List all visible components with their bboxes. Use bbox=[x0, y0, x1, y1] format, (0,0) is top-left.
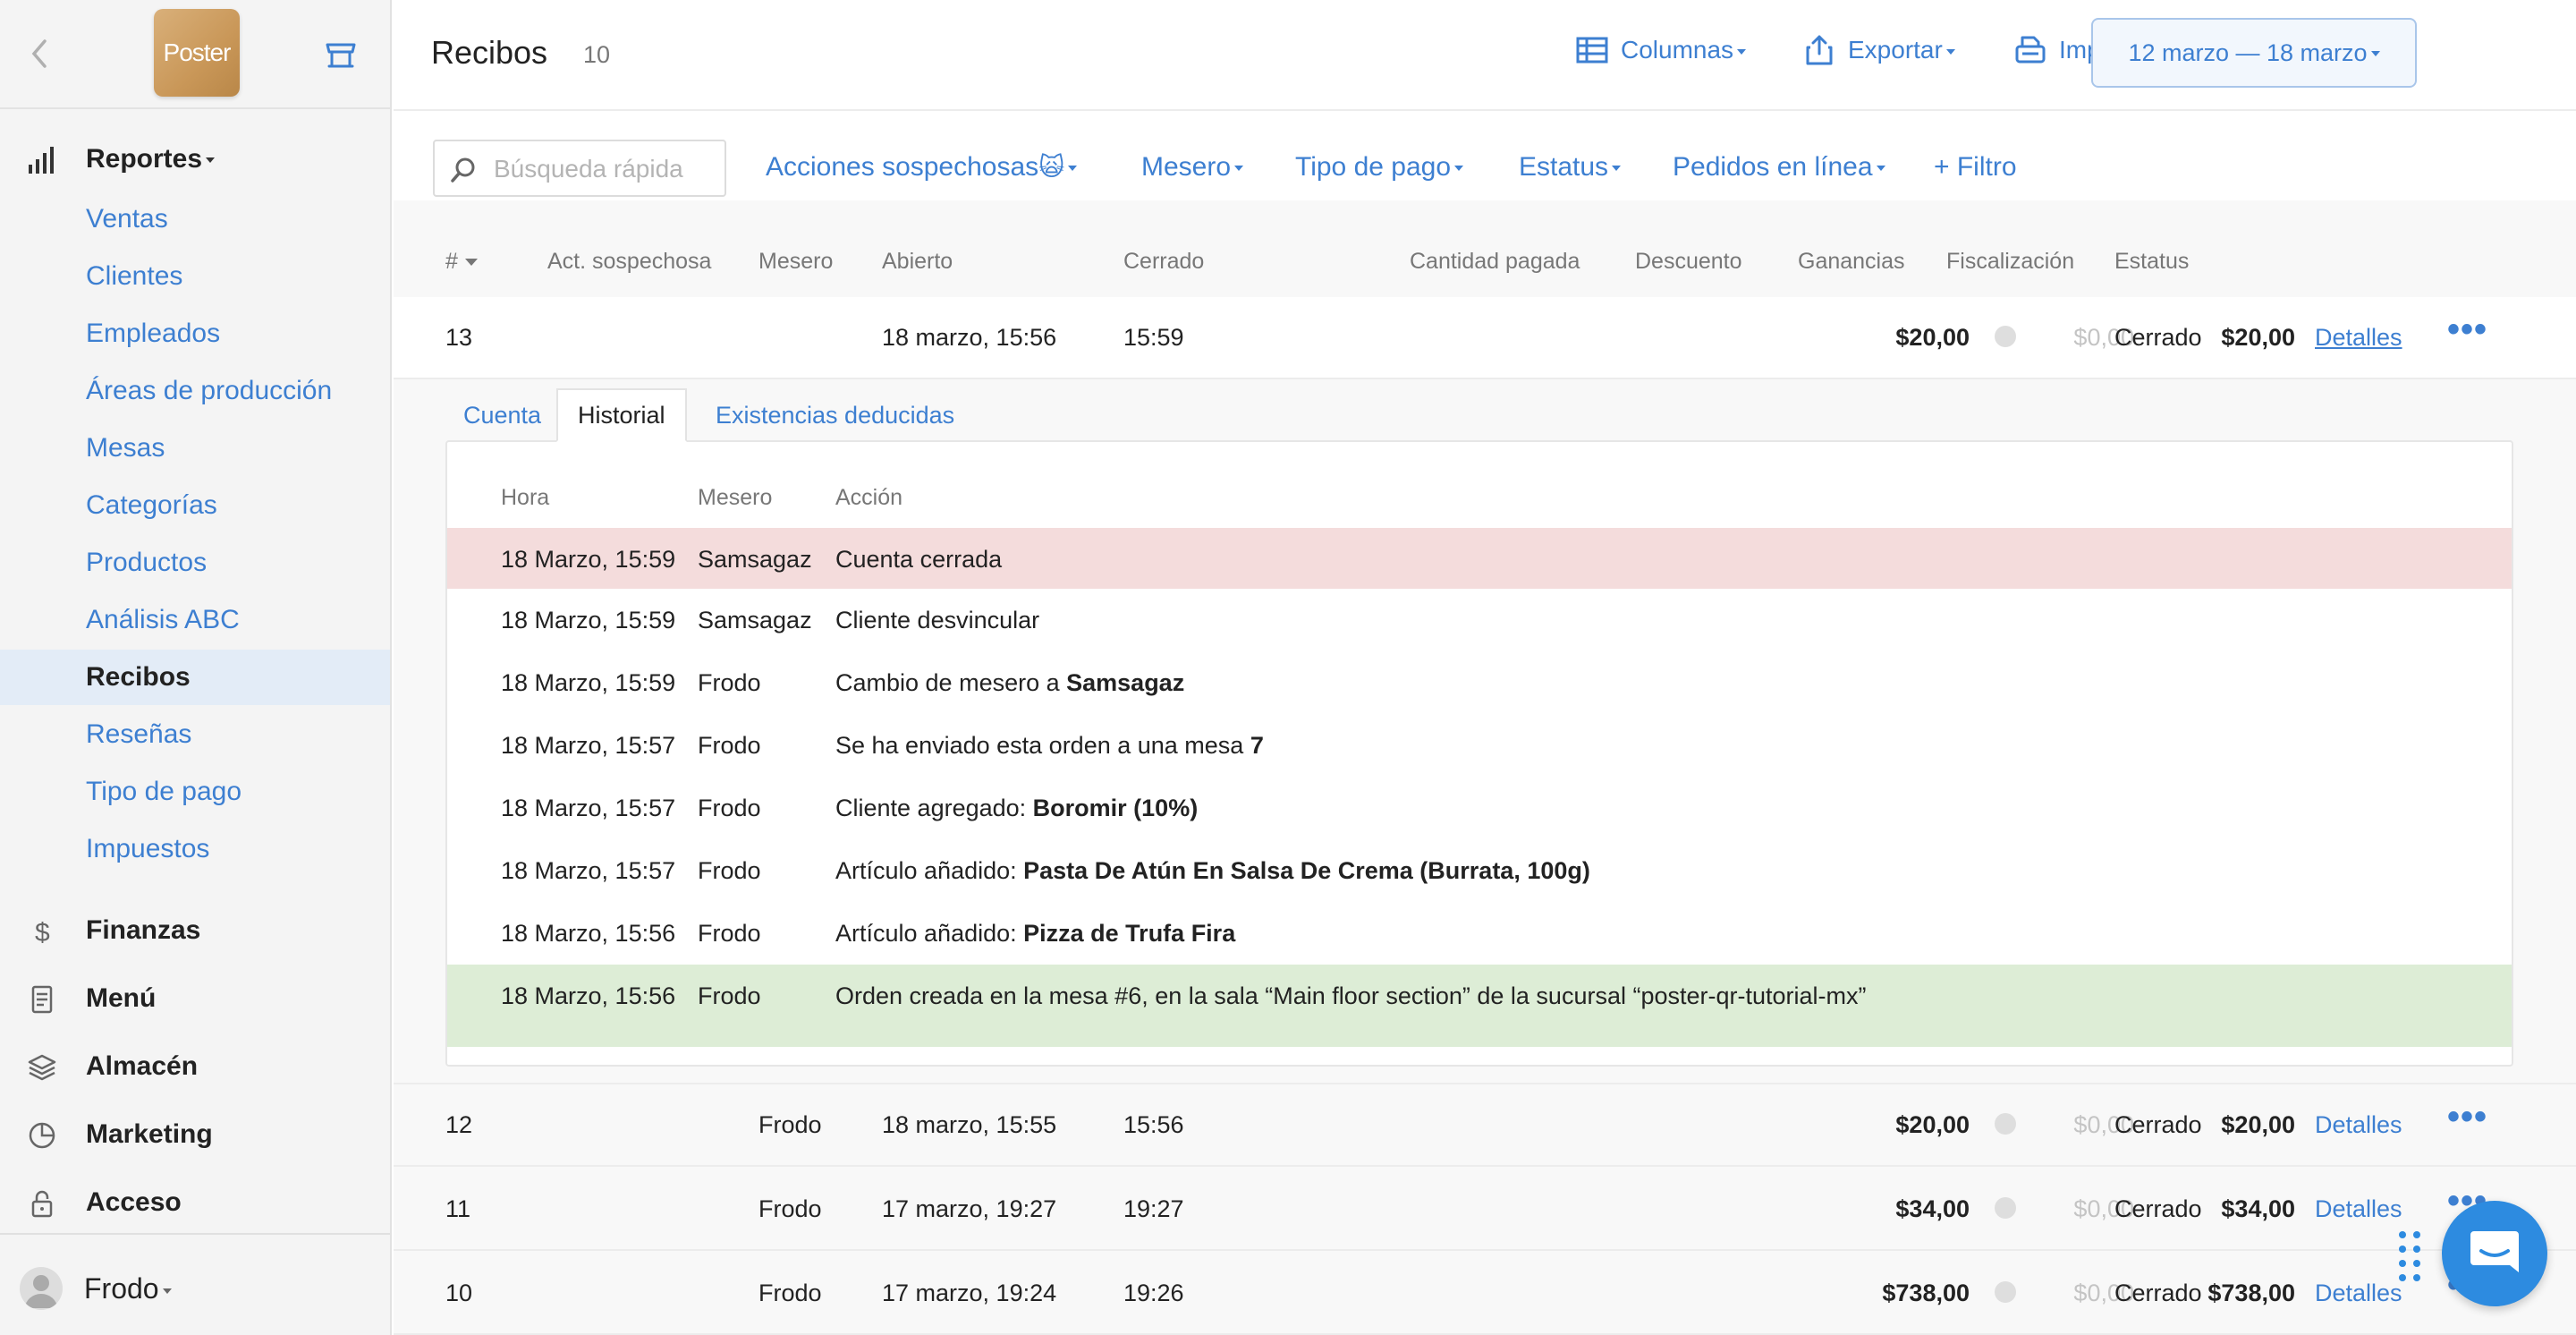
filter-status[interactable]: Estatus bbox=[1519, 152, 1622, 183]
details-link[interactable]: Detalles bbox=[2315, 1111, 2402, 1139]
avatar bbox=[20, 1267, 63, 1310]
sidebar-section-reportes[interactable]: Reportes bbox=[0, 131, 390, 188]
sidebar-section-finanzas[interactable]: $ Finanzas bbox=[0, 902, 390, 959]
columns-button[interactable]: Columnas bbox=[1576, 34, 1747, 66]
history-row: 18 Marzo, 15:59 Samsagaz Cliente desvinc… bbox=[501, 607, 1040, 633]
sidebar: Poster Reportes Ventas Clientes Empleado… bbox=[0, 0, 392, 1335]
lock-icon bbox=[31, 1190, 53, 1218]
sidebar-section-label: Reportes bbox=[86, 144, 216, 174]
sidebar-item-empleados[interactable]: Empleados bbox=[0, 306, 390, 361]
tab-existencias-deducidas[interactable]: Existencias deducidas bbox=[696, 388, 974, 442]
sidebar-item-mesas[interactable]: Mesas bbox=[0, 421, 390, 476]
details-link[interactable]: Detalles bbox=[2315, 324, 2402, 352]
layers-icon bbox=[28, 1054, 56, 1081]
apps-grid-icon[interactable] bbox=[2397, 1228, 2424, 1287]
history-row: 18 Marzo, 15:56 Frodo Orden creada en la… bbox=[447, 965, 2512, 1047]
store-icon[interactable] bbox=[324, 38, 358, 72]
column-header-closed: Cerrado bbox=[1123, 249, 1205, 274]
column-header-profit: Ganancias bbox=[1798, 249, 1905, 274]
history-row: 18 Marzo, 15:57 Frodo Cliente agregado: … bbox=[501, 795, 1199, 821]
history-row: 18 Marzo, 15:57 Frodo Se ha enviado esta… bbox=[501, 732, 1264, 759]
history-row: 18 Marzo, 15:59 Frodo Cambio de mesero a… bbox=[501, 669, 1185, 696]
tab-historial[interactable]: Historial bbox=[556, 388, 687, 442]
bar-chart-icon bbox=[29, 147, 54, 174]
add-filter-button[interactable]: + Filtro bbox=[1934, 152, 2017, 183]
sidebar-section-menu[interactable]: Menú bbox=[0, 970, 390, 1027]
history-table: Hora Mesero Acción 18 Marzo, 15:59 Samsa… bbox=[445, 440, 2513, 1067]
dollar-icon: $ bbox=[35, 918, 50, 947]
details-link[interactable]: Detalles bbox=[2315, 1195, 2402, 1223]
sidebar-item-resenas[interactable]: Reseñas bbox=[0, 707, 390, 762]
filter-payment-type[interactable]: Tipo de pago bbox=[1295, 152, 1464, 183]
receipt-count: 10 bbox=[583, 41, 611, 68]
sidebar-item-productos[interactable]: Productos bbox=[0, 535, 390, 591]
share-icon bbox=[1806, 35, 1833, 65]
user-icon bbox=[25, 1275, 57, 1308]
table-row[interactable]: 10 Frodo 17 marzo, 19:24 19:26 $738,00 $… bbox=[394, 1253, 2576, 1335]
document-icon bbox=[31, 985, 53, 1014]
sidebar-section-marketing[interactable]: Marketing bbox=[0, 1106, 390, 1163]
column-header-number[interactable]: # bbox=[445, 249, 478, 275]
sidebar-item-impuestos[interactable]: Impuestos bbox=[0, 821, 390, 877]
history-header-action: Acción bbox=[835, 485, 903, 510]
search-input[interactable] bbox=[494, 152, 717, 186]
more-options-icon[interactable]: ••• bbox=[2447, 1099, 2487, 1135]
filter-suspicious-actions[interactable]: Acciones sospechosas🙀 bbox=[766, 152, 1078, 183]
table-row[interactable]: 13 18 marzo, 15:56 15:59 $20,00 $0,00 $2… bbox=[394, 297, 2576, 379]
sidebar-item-recibos[interactable]: Recibos bbox=[0, 650, 390, 705]
user-menu[interactable]: Frodo bbox=[0, 1233, 390, 1335]
table-row[interactable]: 12 Frodo 18 marzo, 15:55 15:56 $20,00 $0… bbox=[394, 1084, 2576, 1167]
page-header: Recibos 10 Columnas Exportar Imprimir 12… bbox=[394, 0, 2576, 111]
page-title: Recibos bbox=[431, 34, 548, 71]
filter-bar: Acciones sospechosas🙀 Mesero Tipo de pag… bbox=[394, 111, 2576, 200]
sidebar-item-areas-produccion[interactable]: Áreas de producción bbox=[0, 363, 390, 419]
receipt-details-panel: Cuenta Historial Existencias deducidas H… bbox=[394, 381, 2576, 1084]
sidebar-section-acceso[interactable]: Acceso bbox=[0, 1174, 390, 1231]
fiscal-status-dot bbox=[1995, 1281, 2016, 1303]
date-range-picker[interactable]: 12 marzo — 18 marzo bbox=[2091, 18, 2417, 88]
filter-waiter[interactable]: Mesero bbox=[1141, 152, 1244, 183]
quick-search[interactable] bbox=[433, 140, 726, 197]
sidebar-item-tipo-pago[interactable]: Tipo de pago bbox=[0, 764, 390, 820]
history-row: 18 Marzo, 15:57 Frodo Artículo añadido: … bbox=[501, 857, 1590, 884]
column-header-waiter: Mesero bbox=[758, 249, 834, 274]
poster-logo[interactable]: Poster bbox=[154, 9, 240, 97]
column-header-discount: Descuento bbox=[1635, 249, 1742, 274]
receipts-table: # Act. sospechosa Mesero Abierto Cerrado… bbox=[394, 179, 2576, 1335]
column-header-opened: Abierto bbox=[882, 249, 953, 274]
sidebar-top: Poster bbox=[0, 0, 390, 109]
filter-online-orders[interactable]: Pedidos en línea bbox=[1673, 152, 1885, 183]
pie-icon bbox=[29, 1122, 55, 1149]
history-row: 18 Marzo, 15:56 Frodo Artículo añadido: … bbox=[501, 920, 1236, 947]
history-header-waiter: Mesero bbox=[698, 485, 773, 510]
more-options-icon[interactable]: ••• bbox=[2447, 311, 2487, 347]
table-icon bbox=[1576, 37, 1608, 64]
fiscal-status-dot bbox=[1995, 1197, 2016, 1219]
user-name: Frodo bbox=[84, 1272, 172, 1305]
fiscal-status-dot bbox=[1995, 1113, 2016, 1135]
history-row: 18 Marzo, 15:59 Samsagaz Cuenta cerrada bbox=[447, 528, 2512, 589]
column-header-fiscal: Fiscalización bbox=[1946, 249, 2075, 274]
sidebar-item-analisis-abc[interactable]: Análisis ABC bbox=[0, 592, 390, 648]
chat-bubble-icon bbox=[2470, 1231, 2519, 1272]
cat-emoji-icon: 🙀 bbox=[1038, 153, 1065, 181]
svg-text:$: $ bbox=[35, 918, 50, 947]
printer-icon bbox=[2015, 36, 2046, 64]
column-header-status: Estatus bbox=[2114, 249, 2190, 274]
column-header-suspicious: Act. sospechosa bbox=[547, 249, 712, 274]
export-button[interactable]: Exportar bbox=[1803, 34, 1955, 66]
chat-support-button[interactable] bbox=[2442, 1201, 2547, 1306]
chevron-left-icon[interactable] bbox=[27, 36, 54, 72]
column-header-paid: Cantidad pagada bbox=[1410, 249, 1580, 274]
sidebar-item-clientes[interactable]: Clientes bbox=[0, 249, 390, 304]
search-icon bbox=[451, 157, 475, 183]
sidebar-item-ventas[interactable]: Ventas bbox=[0, 191, 390, 247]
fiscal-status-dot bbox=[1995, 326, 2016, 347]
tab-cuenta[interactable]: Cuenta bbox=[444, 388, 561, 442]
details-link[interactable]: Detalles bbox=[2315, 1280, 2402, 1307]
sidebar-item-categorias[interactable]: Categorías bbox=[0, 478, 390, 533]
table-row[interactable]: 11 Frodo 17 marzo, 19:27 19:27 $34,00 $0… bbox=[394, 1169, 2576, 1251]
sidebar-section-almacen[interactable]: Almacén bbox=[0, 1038, 390, 1095]
history-header-time: Hora bbox=[501, 485, 550, 510]
